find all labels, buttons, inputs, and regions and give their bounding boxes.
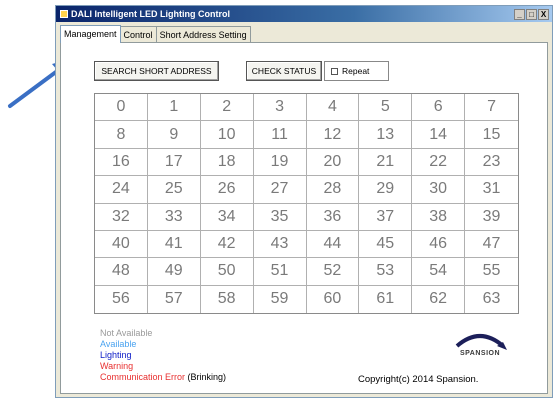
address-cell-36[interactable]: 36	[306, 203, 360, 231]
address-cell-34[interactable]: 34	[200, 203, 254, 231]
logo-swoosh-icon	[455, 334, 507, 350]
legend-lighting: Lighting	[100, 350, 132, 360]
address-cell-32[interactable]: 32	[95, 203, 148, 231]
address-cell-4[interactable]: 4	[306, 94, 360, 122]
address-cell-54[interactable]: 54	[412, 258, 466, 286]
address-cell-41[interactable]: 41	[147, 230, 201, 259]
app-icon	[60, 10, 68, 18]
address-cell-46[interactable]: 46	[412, 230, 466, 259]
address-cell-53[interactable]: 53	[359, 258, 413, 286]
legend-comm-error-label: Communication Error	[100, 372, 186, 382]
address-cell-39[interactable]: 39	[465, 204, 518, 231]
address-cell-14[interactable]: 14	[412, 121, 466, 149]
spansion-logo: SPANSION	[447, 328, 513, 364]
legend-warning: Warning	[100, 361, 134, 371]
address-cell-61[interactable]: 61	[359, 285, 413, 313]
address-cell-63[interactable]: 63	[465, 286, 518, 313]
address-cell-20[interactable]: 20	[306, 148, 360, 177]
address-cell-10[interactable]: 10	[200, 121, 254, 149]
address-cell-22[interactable]: 22	[412, 148, 466, 177]
repeat-option: Repeat	[324, 61, 389, 81]
address-cell-58[interactable]: 58	[201, 285, 254, 313]
address-cell-30[interactable]: 30	[412, 176, 466, 204]
check-status-button[interactable]: CHECK STATUS	[246, 61, 322, 81]
address-cell-27[interactable]: 27	[253, 176, 307, 204]
search-short-address-button[interactable]: SEARCH SHORT ADDRESS	[94, 61, 219, 81]
address-cell-11[interactable]: 11	[253, 121, 307, 149]
legend-communication-error: Communication Error (Brinking)	[100, 372, 226, 383]
repeat-checkbox[interactable]	[331, 67, 338, 75]
address-cell-42[interactable]: 42	[200, 230, 254, 259]
address-cell-55[interactable]: 55	[465, 258, 518, 286]
address-cell-25[interactable]: 25	[147, 176, 201, 204]
address-cell-17[interactable]: 17	[147, 148, 201, 177]
address-cell-38[interactable]: 38	[412, 203, 466, 231]
address-cell-47[interactable]: 47	[465, 231, 518, 259]
short-address-grid: 0 1 2 3 4 5 6 7 8 9 10 11 12 13 14 15 16 17 18 19 20 21 22 23 24…	[94, 93, 519, 314]
address-cell-21[interactable]: 21	[359, 148, 413, 177]
legend-available: Available	[100, 339, 137, 349]
logo-text: SPANSION	[459, 350, 501, 357]
address-cell-0[interactable]: 0	[95, 94, 148, 122]
minimize-button[interactable]: _	[514, 8, 525, 20]
address-cell-15[interactable]: 15	[465, 121, 518, 149]
address-cell-29[interactable]: 29	[359, 176, 413, 204]
address-cell-5[interactable]: 5	[359, 94, 413, 122]
address-cell-51[interactable]: 51	[253, 258, 307, 286]
copyright-text: Copyright(c) 2014 Spansion.	[358, 374, 479, 385]
management-panel: SEARCH SHORT ADDRESS CHECK STATUS Repeat…	[60, 42, 548, 394]
address-cell-43[interactable]: 43	[253, 230, 307, 259]
status-legend: Not Available Available Lighting Warning…	[100, 328, 226, 383]
tab-management[interactable]: Management	[60, 25, 121, 43]
address-cell-45[interactable]: 45	[359, 230, 413, 259]
address-cell-16[interactable]: 16	[95, 148, 148, 177]
address-cell-49[interactable]: 49	[147, 258, 201, 286]
address-cell-26[interactable]: 26	[200, 176, 254, 204]
address-cell-52[interactable]: 52	[306, 258, 360, 286]
address-cell-62[interactable]: 62	[412, 285, 466, 313]
address-cell-56[interactable]: 56	[95, 285, 148, 313]
window-title: DALI Intelligent LED Lighting Control	[71, 9, 230, 19]
address-cell-57[interactable]: 57	[148, 285, 201, 313]
address-cell-48[interactable]: 48	[95, 258, 148, 286]
address-cell-24[interactable]: 24	[95, 176, 148, 204]
title-bar: DALI Intelligent LED Lighting Control _ …	[56, 6, 552, 22]
address-cell-33[interactable]: 33	[147, 203, 201, 231]
repeat-label: Repeat	[342, 66, 370, 76]
address-cell-44[interactable]: 44	[306, 230, 360, 259]
address-cell-3[interactable]: 3	[253, 94, 307, 122]
address-cell-23[interactable]: 23	[465, 149, 518, 177]
address-cell-2[interactable]: 2	[200, 94, 254, 122]
window-controls: _ □ X	[514, 8, 549, 20]
address-cell-8[interactable]: 8	[95, 121, 148, 149]
legend-comm-error-note: (Brinking)	[187, 372, 227, 382]
address-cell-35[interactable]: 35	[253, 203, 307, 231]
address-cell-7[interactable]: 7	[465, 94, 518, 122]
address-cell-6[interactable]: 6	[412, 94, 466, 122]
address-cell-12[interactable]: 12	[306, 121, 360, 149]
address-cell-50[interactable]: 50	[200, 258, 254, 286]
maximize-button[interactable]: □	[526, 8, 537, 20]
address-cell-40[interactable]: 40	[95, 230, 148, 259]
address-cell-28[interactable]: 28	[306, 176, 360, 204]
address-cell-60[interactable]: 60	[307, 285, 360, 313]
app-window: DALI Intelligent LED Lighting Control _ …	[55, 5, 553, 398]
address-cell-59[interactable]: 59	[254, 285, 307, 313]
address-cell-31[interactable]: 31	[465, 176, 518, 204]
address-cell-13[interactable]: 13	[359, 121, 413, 149]
address-cell-37[interactable]: 37	[359, 203, 413, 231]
address-cell-19[interactable]: 19	[253, 148, 307, 177]
address-cell-9[interactable]: 9	[147, 121, 201, 149]
close-button[interactable]: X	[538, 8, 549, 20]
address-cell-1[interactable]: 1	[147, 94, 201, 122]
legend-not-available: Not Available	[100, 328, 153, 338]
address-cell-18[interactable]: 18	[200, 148, 254, 177]
